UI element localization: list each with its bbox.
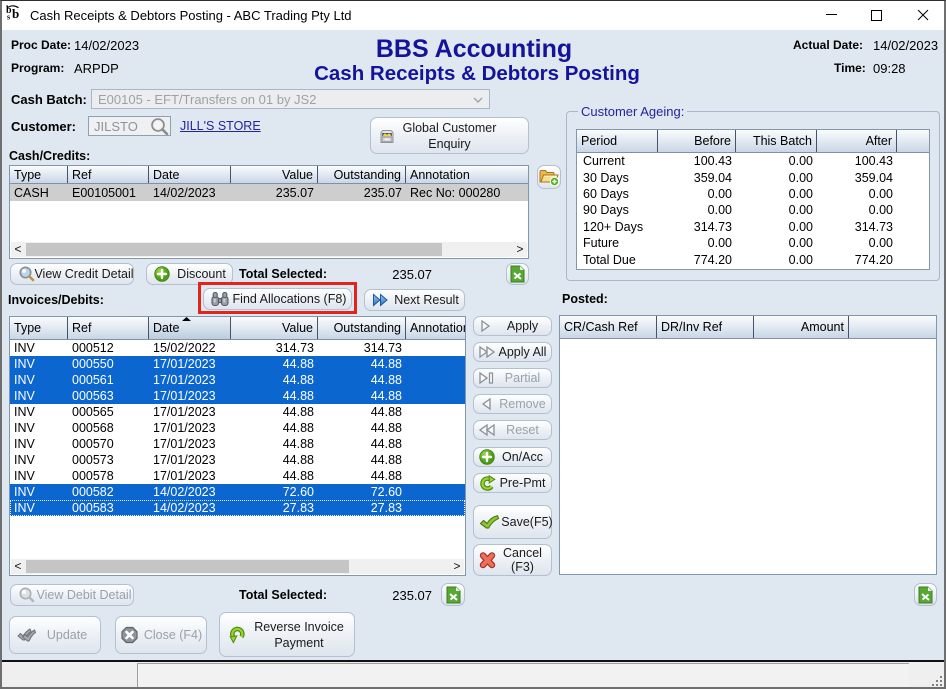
- svg-text:s: s: [7, 13, 10, 21]
